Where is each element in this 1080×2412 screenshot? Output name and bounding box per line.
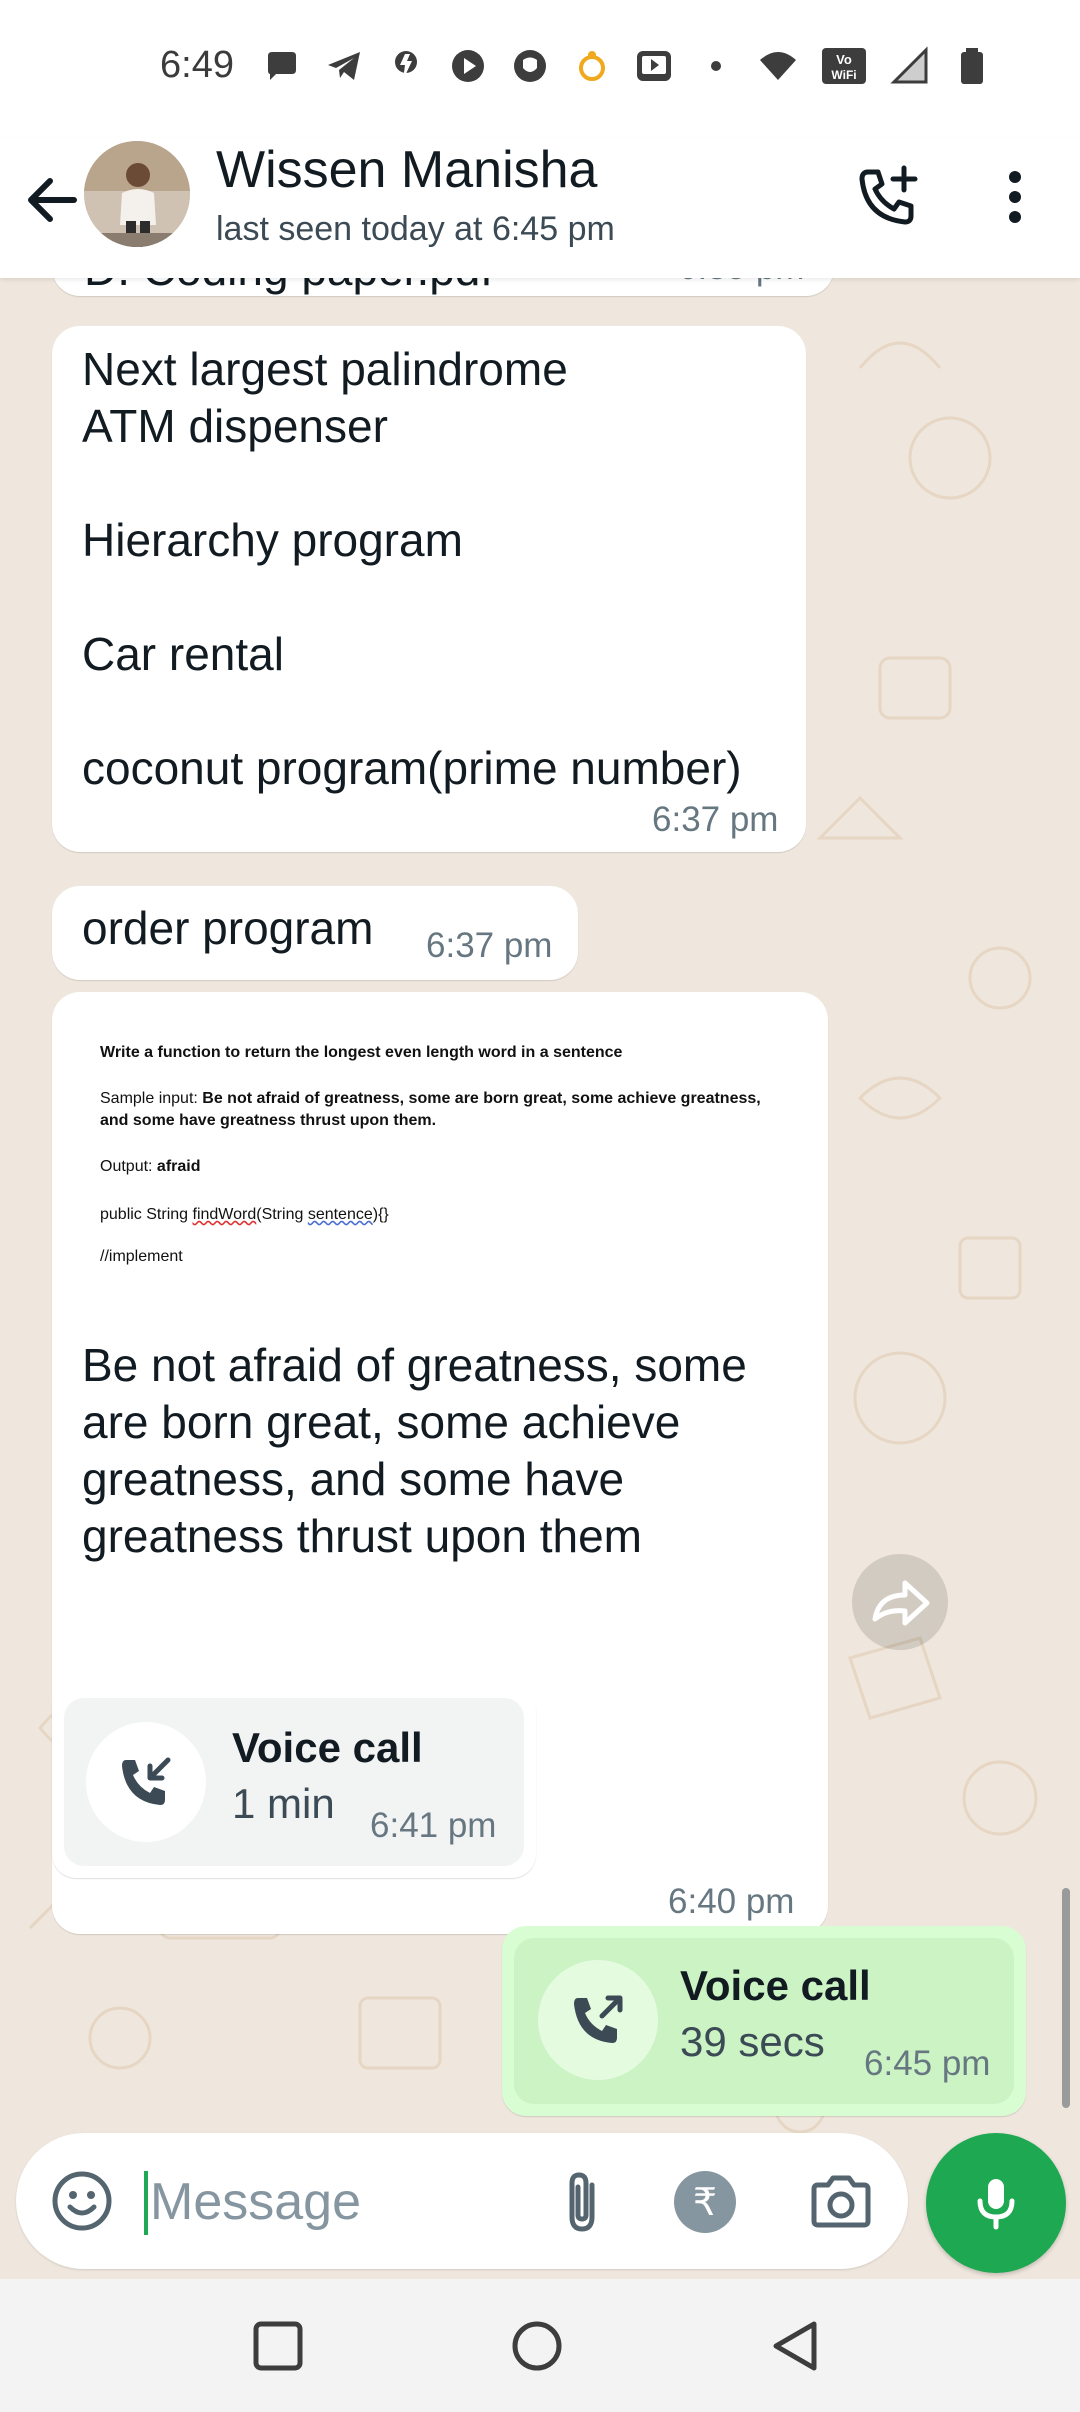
telegram-icon: [324, 46, 364, 86]
call-duration: 1 min: [232, 1780, 335, 1827]
camera-icon: [811, 2175, 871, 2228]
status-time: 6:49: [160, 44, 234, 86]
triangle-back-icon: [773, 2321, 817, 2371]
play-icon: [448, 46, 488, 86]
circle-icon: [512, 2321, 562, 2371]
last-seen-status: last seen today at 6:45 pm: [216, 210, 615, 248]
call-time: 6:41 pm: [370, 1806, 497, 1845]
kebab-menu-icon: [1009, 171, 1021, 223]
home-button[interactable]: [506, 2315, 568, 2377]
call-duration: 39 secs: [680, 2018, 825, 2065]
add-call-button[interactable]: [854, 162, 924, 232]
battery-icon: [952, 46, 992, 86]
message-time: 6:37 pm: [426, 926, 553, 965]
voice-call-card[interactable]: Voice call 39 secs 6:45 pm: [514, 1938, 1014, 2104]
message-input[interactable]: [148, 2163, 532, 2241]
recents-button[interactable]: [247, 2315, 309, 2377]
attach-button[interactable]: [548, 2167, 618, 2237]
image-code-method: findWord: [192, 1206, 257, 1223]
image-code-param-start: (String: [256, 1206, 308, 1223]
system-navigation-bar: [0, 2279, 1080, 2412]
scrollbar-thumb[interactable]: [1062, 1888, 1070, 2108]
avatar[interactable]: [84, 141, 190, 247]
message-input-pill: ₹: [16, 2133, 908, 2269]
status-bar: 6:49 Vo WiFi: [0, 0, 1080, 138]
message-time: 6:37 pm: [652, 800, 779, 839]
rupee-icon: ₹: [692, 2181, 718, 2224]
image-code-suffix: ){}: [372, 1206, 389, 1223]
image-comment: //implement: [100, 1248, 183, 1265]
camera-button[interactable]: [806, 2167, 876, 2237]
wifi-icon: [758, 46, 798, 86]
image-code-prefix: public String: [100, 1206, 193, 1223]
chat-bubble-icon: [262, 46, 302, 86]
image-sample-text-2: and some have greatness thrust upon them…: [100, 1112, 437, 1129]
back-button[interactable]: [20, 168, 84, 232]
emoji-button[interactable]: [46, 2165, 118, 2237]
svg-text:Vo: Vo: [836, 52, 852, 67]
paperclip-icon: [569, 2172, 595, 2232]
message-image[interactable]: Write a function to return the longest e…: [82, 1022, 802, 1312]
outgoing-call-icon: [574, 1995, 623, 2043]
incoming-call-icon-circle: [86, 1722, 206, 1842]
image-title: Write a function to return the longest e…: [100, 1044, 623, 1061]
call-title: Voice call: [680, 1962, 871, 2009]
outgoing-call-icon-circle: [538, 1960, 658, 2080]
voice-record-button[interactable]: [926, 2133, 1066, 2273]
arrow-left-icon: [28, 178, 77, 222]
bolt-icon: [386, 46, 426, 86]
message-text: Next largest palindrome ATM dispenser Hi…: [82, 343, 742, 794]
message-bubble-partial[interactable]: D. Coding paper.pdf 6:35 pm: [52, 278, 834, 296]
message-time: 6:40 pm: [668, 1882, 795, 1921]
emoji-icon: [52, 2171, 112, 2231]
message-text: order program: [82, 902, 374, 954]
message-bubble[interactable]: order program 6:37 pm: [52, 886, 578, 980]
payment-button[interactable]: ₹: [674, 2171, 736, 2233]
call-message-bubble[interactable]: Voice call 1 min 6:41 pm: [52, 1686, 536, 1878]
message-composer: ₹: [0, 2133, 1080, 2279]
incoming-call-icon: [122, 1757, 171, 1805]
status-icons: Vo WiFi: [262, 46, 992, 86]
chat-area[interactable]: D. Coding paper.pdf 6:35 pm Next largest…: [0, 278, 1080, 2133]
message-bubble[interactable]: Next largest palindrome ATM dispenser Hi…: [52, 326, 806, 852]
forward-icon: [872, 1580, 930, 1626]
contact-name[interactable]: Wissen Manisha: [216, 140, 597, 200]
message-time: 6:35 pm: [678, 278, 804, 288]
dot-icon: [696, 46, 736, 86]
chat-header: Wissen Manisha last seen today at 6:45 p…: [0, 138, 1080, 278]
forward-button[interactable]: [852, 1554, 948, 1650]
signal-icon: [890, 46, 930, 86]
voice-call-card[interactable]: Voice call 1 min 6:41 pm: [64, 1698, 524, 1866]
youtube-icon: [634, 46, 674, 86]
image-output-label: Output:: [100, 1158, 157, 1175]
image-sample-label: Sample input:: [100, 1090, 203, 1107]
message-text: D. Coding paper.pdf: [84, 278, 493, 296]
svg-text:WiFi: WiFi: [831, 68, 856, 82]
microphone-icon: [977, 2179, 1015, 2230]
vowifi-icon: Vo WiFi: [820, 46, 868, 86]
shield-icon: [510, 46, 550, 86]
image-output-value: afraid: [156, 1158, 201, 1175]
call-message-bubble-outgoing[interactable]: Voice call 39 secs 6:45 pm: [502, 1926, 1026, 2116]
phone-plus-icon: [859, 165, 918, 225]
image-sample-text-1: Be not afraid of greatness, some are bor…: [202, 1090, 761, 1107]
more-options-button[interactable]: [990, 162, 1040, 232]
ring-icon: [572, 46, 612, 86]
back-nav-button[interactable]: [764, 2315, 826, 2377]
image-code-param: sentence: [307, 1206, 373, 1223]
square-icon: [253, 2321, 303, 2371]
call-title: Voice call: [232, 1724, 423, 1771]
image-caption: Be not afraid of greatness, some are bor…: [82, 1339, 747, 1562]
call-time: 6:45 pm: [864, 2044, 991, 2083]
